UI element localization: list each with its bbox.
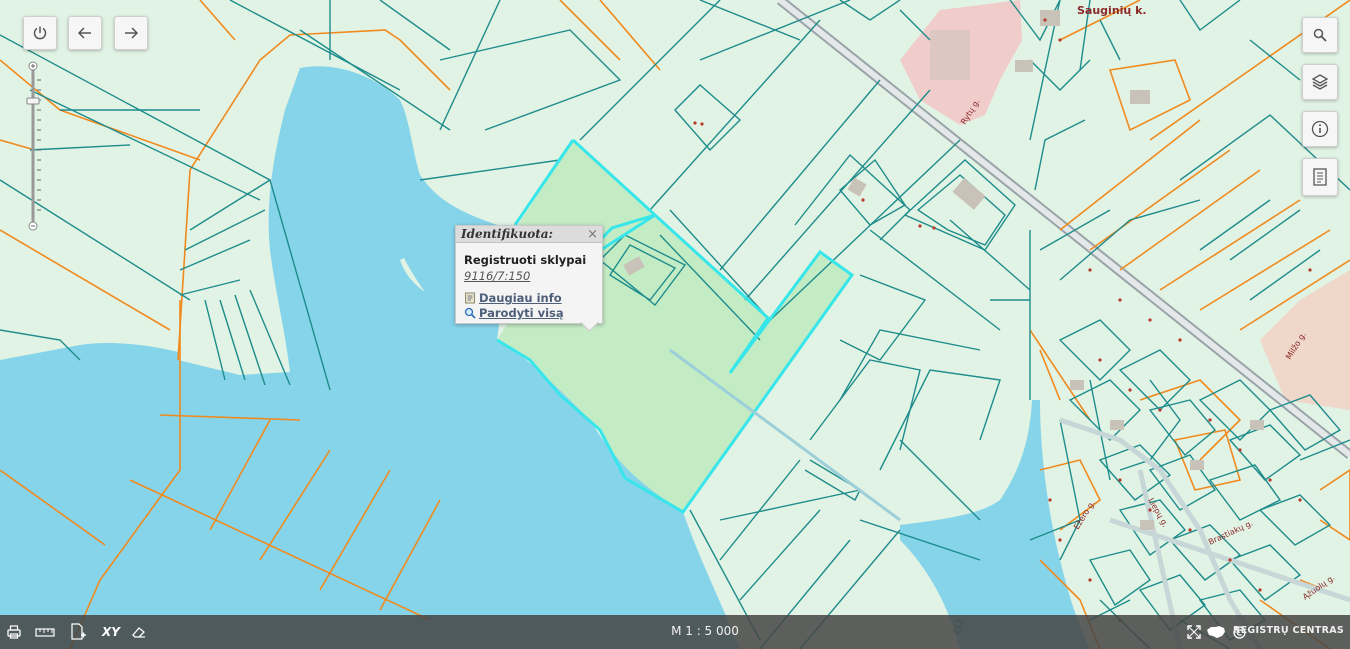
print-button[interactable] — [5, 622, 23, 642]
power-icon — [33, 26, 47, 40]
map-canvas[interactable]: Sauginių k. Rytų g. Milžo g. Ežero g. Li… — [0, 0, 1350, 649]
place-label: Sauginių k. — [1077, 4, 1147, 17]
fullscreen-icon — [1187, 625, 1201, 639]
bottom-toolbar: XY M 1 : 5 000 REGISTRŲ CENTRAS — [0, 615, 1350, 649]
magnifier-icon — [464, 307, 476, 319]
brand-label: REGISTRŲ CENTRAS — [1233, 625, 1344, 636]
arrow-right-icon — [125, 27, 139, 39]
zoom-slider[interactable] — [25, 60, 41, 232]
document-icon — [465, 292, 475, 304]
layers-button[interactable] — [1302, 64, 1338, 100]
lithuania-map-button[interactable] — [1206, 622, 1226, 642]
identify-popup: Identifikuota: × Registruoti sklypai 911… — [455, 225, 603, 332]
popup-close-button[interactable]: × — [587, 227, 598, 242]
popup-header: Identifikuota: — [456, 226, 602, 243]
eraser-button[interactable] — [130, 622, 148, 642]
add-document-button[interactable] — [68, 622, 88, 642]
parcel-id-link[interactable]: 9116/7:150 — [464, 269, 530, 283]
more-info-link[interactable]: Daugiau info — [464, 291, 562, 305]
country-shape-icon — [1207, 626, 1225, 638]
arrow-left-icon — [77, 27, 91, 39]
info-button[interactable] — [1302, 111, 1338, 147]
measure-button[interactable] — [34, 622, 56, 642]
print-icon — [7, 625, 21, 639]
show-all-label: Parodyti visą — [479, 306, 564, 320]
search-button[interactable] — [1302, 17, 1338, 53]
eraser-icon — [132, 627, 145, 638]
zoom-handle[interactable] — [26, 97, 40, 105]
more-info-label: Daugiau info — [479, 291, 562, 305]
popup-title: Registruoti sklypai — [464, 253, 587, 267]
coordinates-button[interactable]: XY — [100, 622, 122, 642]
forward-button[interactable] — [114, 16, 148, 50]
legend-icon — [1313, 168, 1327, 186]
back-button[interactable] — [68, 16, 102, 50]
layers-icon — [1311, 74, 1329, 90]
power-button[interactable] — [23, 16, 57, 50]
add-document-icon — [71, 623, 86, 640]
map-scale: M 1 : 5 000 — [671, 624, 739, 638]
search-icon — [1313, 28, 1327, 42]
show-all-link[interactable]: Parodyti visą — [464, 306, 564, 320]
info-icon — [1311, 120, 1329, 138]
fullscreen-button[interactable] — [1186, 622, 1202, 642]
legend-button[interactable] — [1302, 158, 1338, 196]
ruler-icon — [35, 628, 55, 637]
